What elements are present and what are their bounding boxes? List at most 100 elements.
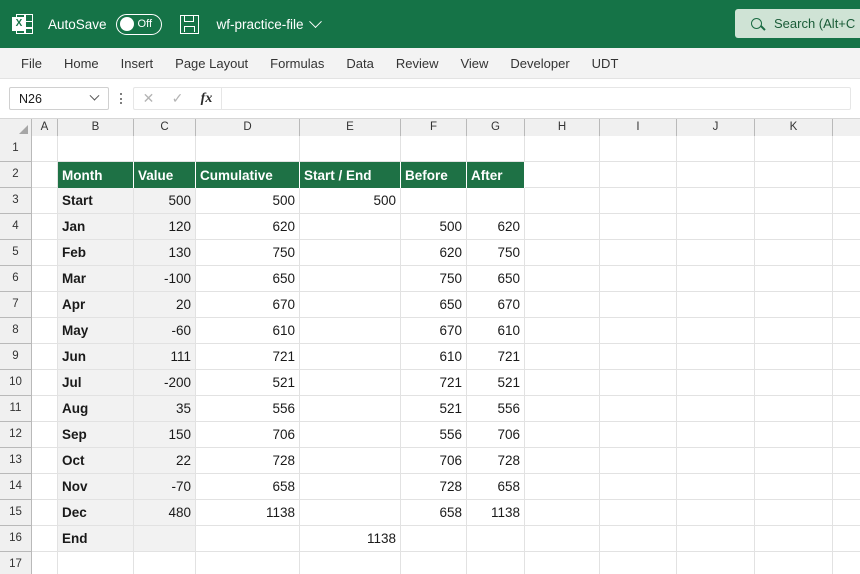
cell-L5[interactable] xyxy=(833,240,860,266)
cell-L3[interactable] xyxy=(833,188,860,214)
cell-A16[interactable] xyxy=(32,526,58,552)
cell-I8[interactable] xyxy=(600,318,677,344)
cell-L11[interactable] xyxy=(833,396,860,422)
cell-C14[interactable]: -70 xyxy=(134,474,196,500)
cell-L6[interactable] xyxy=(833,266,860,292)
cell-G1[interactable] xyxy=(467,136,525,162)
cell-A9[interactable] xyxy=(32,344,58,370)
row-header-3[interactable]: 3 xyxy=(0,188,32,214)
cell-H4[interactable] xyxy=(525,214,600,240)
ribbon-tab-developer[interactable]: Developer xyxy=(499,48,580,79)
ribbon-tab-file[interactable]: File xyxy=(10,48,53,79)
cell-D7[interactable]: 670 xyxy=(196,292,300,318)
cell-D11[interactable]: 556 xyxy=(196,396,300,422)
ribbon-tab-view[interactable]: View xyxy=(449,48,499,79)
cell-L8[interactable] xyxy=(833,318,860,344)
cell-B12[interactable]: Sep xyxy=(58,422,134,448)
cell-D9[interactable]: 721 xyxy=(196,344,300,370)
cell-G5[interactable]: 750 xyxy=(467,240,525,266)
cell-A15[interactable] xyxy=(32,500,58,526)
cell-L12[interactable] xyxy=(833,422,860,448)
cell-H11[interactable] xyxy=(525,396,600,422)
cell-K1[interactable] xyxy=(755,136,833,162)
cell-G12[interactable]: 706 xyxy=(467,422,525,448)
cell-E15[interactable] xyxy=(300,500,401,526)
cell-H17[interactable] xyxy=(525,552,600,574)
cell-E3[interactable]: 500 xyxy=(300,188,401,214)
cell-J14[interactable] xyxy=(677,474,755,500)
cell-A3[interactable] xyxy=(32,188,58,214)
row-header-12[interactable]: 12 xyxy=(0,422,32,448)
cell-D15[interactable]: 1138 xyxy=(196,500,300,526)
cell-L10[interactable] xyxy=(833,370,860,396)
cell-D16[interactable] xyxy=(196,526,300,552)
cell-F17[interactable] xyxy=(401,552,467,574)
cell-I5[interactable] xyxy=(600,240,677,266)
cell-F6[interactable]: 750 xyxy=(401,266,467,292)
cell-C4[interactable]: 120 xyxy=(134,214,196,240)
cell-I2[interactable] xyxy=(600,162,677,188)
cell-G6[interactable]: 650 xyxy=(467,266,525,292)
cell-E8[interactable] xyxy=(300,318,401,344)
cell-J1[interactable] xyxy=(677,136,755,162)
cell-G9[interactable]: 721 xyxy=(467,344,525,370)
cell-J17[interactable] xyxy=(677,552,755,574)
cell-B13[interactable]: Oct xyxy=(58,448,134,474)
cell-B1[interactable] xyxy=(58,136,134,162)
cell-D1[interactable] xyxy=(196,136,300,162)
search-input[interactable]: Search (Alt+C xyxy=(735,9,860,38)
cell-D2[interactable]: Cumulative xyxy=(196,162,300,188)
row-header-16[interactable]: 16 xyxy=(0,526,32,552)
cell-J5[interactable] xyxy=(677,240,755,266)
cell-G11[interactable]: 556 xyxy=(467,396,525,422)
cell-I6[interactable] xyxy=(600,266,677,292)
cell-H15[interactable] xyxy=(525,500,600,526)
cell-J8[interactable] xyxy=(677,318,755,344)
cell-K12[interactable] xyxy=(755,422,833,448)
row-header-6[interactable]: 6 xyxy=(0,266,32,292)
cell-I13[interactable] xyxy=(600,448,677,474)
cell-E9[interactable] xyxy=(300,344,401,370)
cell-B9[interactable]: Jun xyxy=(58,344,134,370)
cell-A2[interactable] xyxy=(32,162,58,188)
cell-D10[interactable]: 521 xyxy=(196,370,300,396)
cell-G2[interactable]: After xyxy=(467,162,525,188)
cell-I17[interactable] xyxy=(600,552,677,574)
cell-A1[interactable] xyxy=(32,136,58,162)
cell-E14[interactable] xyxy=(300,474,401,500)
cell-E4[interactable] xyxy=(300,214,401,240)
row-header-14[interactable]: 14 xyxy=(0,474,32,500)
row-header-7[interactable]: 7 xyxy=(0,292,32,318)
cell-F11[interactable]: 521 xyxy=(401,396,467,422)
cell-C2[interactable]: Value xyxy=(134,162,196,188)
cell-J12[interactable] xyxy=(677,422,755,448)
cell-I1[interactable] xyxy=(600,136,677,162)
chevron-down-icon[interactable] xyxy=(89,90,100,101)
cell-L9[interactable] xyxy=(833,344,860,370)
cell-C8[interactable]: -60 xyxy=(134,318,196,344)
cell-D6[interactable]: 650 xyxy=(196,266,300,292)
cell-K14[interactable] xyxy=(755,474,833,500)
name-box[interactable]: N26 xyxy=(9,87,109,110)
cell-K2[interactable] xyxy=(755,162,833,188)
cell-H9[interactable] xyxy=(525,344,600,370)
column-header-C[interactable]: C xyxy=(134,119,196,136)
insert-function-icon[interactable]: fx xyxy=(201,91,213,107)
cell-C17[interactable] xyxy=(134,552,196,574)
cell-L17[interactable] xyxy=(833,552,860,574)
cell-F8[interactable]: 670 xyxy=(401,318,467,344)
cell-L1[interactable] xyxy=(833,136,860,162)
cell-E10[interactable] xyxy=(300,370,401,396)
cell-B4[interactable]: Jan xyxy=(58,214,134,240)
cell-C16[interactable] xyxy=(134,526,196,552)
cell-D14[interactable]: 658 xyxy=(196,474,300,500)
cell-F12[interactable]: 556 xyxy=(401,422,467,448)
cell-E6[interactable] xyxy=(300,266,401,292)
cell-B2[interactable]: Month xyxy=(58,162,134,188)
cell-H1[interactable] xyxy=(525,136,600,162)
row-header-5[interactable]: 5 xyxy=(0,240,32,266)
row-header-17[interactable]: 17 xyxy=(0,552,32,574)
cell-A4[interactable] xyxy=(32,214,58,240)
ribbon-tab-udt[interactable]: UDT xyxy=(581,48,630,79)
cell-C12[interactable]: 150 xyxy=(134,422,196,448)
